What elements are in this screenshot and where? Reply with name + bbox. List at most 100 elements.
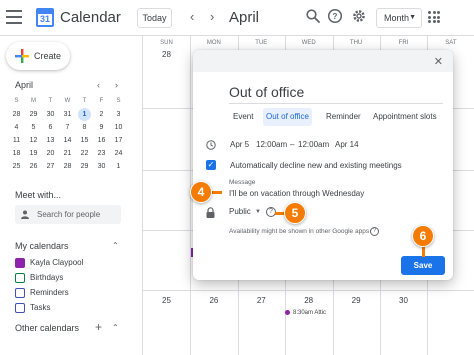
close-icon[interactable]: ✕ <box>434 55 443 68</box>
mini-day[interactable]: 3 <box>110 108 127 121</box>
mini-day[interactable]: 8 <box>76 121 93 134</box>
mini-day[interactable]: 29 <box>76 160 93 173</box>
mini-day[interactable]: 26 <box>25 160 42 173</box>
day-number[interactable]: 26 <box>190 296 237 305</box>
mini-day[interactable]: 13 <box>42 134 59 147</box>
search-icon[interactable] <box>305 8 321 24</box>
mini-prev-icon[interactable]: ‹ <box>97 80 100 90</box>
calendar-item[interactable]: Kayla Claypool <box>15 257 83 269</box>
mini-day[interactable]: 16 <box>93 134 110 147</box>
caret-down-icon: ▼ <box>409 14 416 21</box>
mini-day[interactable]: 9 <box>93 121 110 134</box>
settings-icon[interactable] <box>351 8 367 24</box>
mini-day-head: T <box>82 98 87 104</box>
view-select[interactable]: Month ▼ <box>376 8 422 28</box>
calendar-checkbox[interactable] <box>15 303 25 313</box>
message-input[interactable]: I'll be on vacation through Wednesday <box>229 189 364 198</box>
mini-day[interactable]: 25 <box>8 160 25 173</box>
tab-appointment-slots[interactable]: Appointment slots <box>370 108 440 126</box>
mini-day[interactable]: 1 <box>110 160 127 173</box>
mini-day[interactable]: 5 <box>25 121 42 134</box>
mini-day[interactable]: 29 <box>25 108 42 121</box>
calendar-item[interactable]: Tasks <box>15 302 50 314</box>
my-calendars-label[interactable]: My calendars <box>15 241 69 251</box>
mini-day[interactable]: 19 <box>25 147 42 160</box>
mini-day[interactable]: 4 <box>8 121 25 134</box>
mini-day[interactable]: 11 <box>8 134 25 147</box>
day-number[interactable]: 29 <box>333 296 380 305</box>
dialog-drag-handle[interactable] <box>193 50 453 72</box>
mini-day-head: M <box>31 98 36 104</box>
caret-down-icon[interactable]: ▼ <box>255 209 261 215</box>
tab-out-of-office[interactable]: Out of office <box>263 108 312 126</box>
mini-day[interactable]: 18 <box>8 147 25 160</box>
day-number[interactable]: 28 <box>285 296 332 305</box>
end-time[interactable]: 12:00am <box>298 140 329 149</box>
chevron-right-icon[interactable]: › <box>210 9 214 24</box>
chevron-up-icon[interactable]: ⌃ <box>112 323 119 332</box>
event-dialog: ✕ Out of office Event Out of office Remi… <box>193 50 453 280</box>
day-column-head: FRI <box>398 40 409 46</box>
event-title-input[interactable]: Out of office <box>229 82 443 104</box>
main-menu-icon[interactable] <box>6 10 22 24</box>
start-date[interactable]: Apr 5 <box>230 140 249 149</box>
mini-day[interactable]: 14 <box>59 134 76 147</box>
day-column-head: MON <box>206 40 221 46</box>
auto-decline-checkbox[interactable]: ✓ <box>206 160 216 170</box>
people-icon <box>21 210 29 219</box>
other-calendars-label[interactable]: Other calendars <box>15 323 79 333</box>
event-chip[interactable]: 8:30am Attic <box>285 310 326 316</box>
mini-day[interactable]: 1 <box>78 108 91 121</box>
mini-next-icon[interactable]: › <box>115 80 118 90</box>
mini-day[interactable]: 23 <box>93 147 110 160</box>
mini-day[interactable]: 24 <box>110 147 127 160</box>
day-column-head: SUN <box>160 40 173 46</box>
mini-day[interactable]: 28 <box>59 160 76 173</box>
mini-day[interactable]: 21 <box>59 147 76 160</box>
add-calendar-icon[interactable]: + <box>95 320 102 334</box>
calendar-item[interactable]: Reminders <box>15 287 69 299</box>
apps-icon[interactable] <box>428 11 440 23</box>
day-number[interactable]: 30 <box>380 296 427 305</box>
day-number[interactable]: 28 <box>143 50 190 59</box>
search-people-input[interactable]: Search for people <box>15 205 121 224</box>
chevron-left-icon[interactable]: ‹ <box>190 9 194 24</box>
mini-day[interactable]: 2 <box>93 108 110 121</box>
chevron-up-icon[interactable]: ⌃ <box>112 241 119 250</box>
visibility-select[interactable]: Public <box>229 207 251 216</box>
tab-event[interactable]: Event <box>230 108 256 126</box>
tab-reminder[interactable]: Reminder <box>323 108 364 126</box>
calendar-checkbox[interactable] <box>15 288 25 298</box>
help-icon[interactable]: ? <box>370 227 379 236</box>
start-time[interactable]: 12:00am <box>256 140 287 149</box>
mini-day[interactable]: 12 <box>25 134 42 147</box>
create-button[interactable]: Create <box>6 42 70 70</box>
day-number[interactable]: 25 <box>143 296 190 305</box>
end-date[interactable]: Apr 14 <box>335 140 359 149</box>
mini-day[interactable]: 30 <box>42 108 59 121</box>
calendar-checkbox[interactable] <box>15 258 25 268</box>
day-column-head: THU <box>349 40 363 46</box>
mini-day[interactable]: 31 <box>59 108 76 121</box>
mini-day[interactable]: 28 <box>8 108 25 121</box>
help-icon[interactable]: ? <box>327 8 343 24</box>
calendar-item[interactable]: Birthdays <box>15 272 63 284</box>
mini-day[interactable]: 20 <box>42 147 59 160</box>
mini-day[interactable]: 22 <box>76 147 93 160</box>
step-6-badge: 6 <box>412 225 434 247</box>
today-button[interactable]: Today <box>137 8 172 28</box>
mini-day-head: F <box>99 98 104 104</box>
mini-day[interactable]: 10 <box>110 121 127 134</box>
calendar-checkbox[interactable] <box>15 273 25 283</box>
day-number[interactable]: 27 <box>238 296 285 305</box>
mini-day[interactable]: 6 <box>42 121 59 134</box>
day-column-head: WED <box>301 40 316 46</box>
mini-day[interactable]: 7 <box>59 121 76 134</box>
meet-with-label: Meet with... <box>15 190 62 200</box>
mini-day[interactable]: 15 <box>76 134 93 147</box>
svg-text:?: ? <box>333 12 338 21</box>
mini-day[interactable]: 17 <box>110 134 127 147</box>
mini-day[interactable]: 27 <box>42 160 59 173</box>
mini-day[interactable]: 30 <box>93 160 110 173</box>
save-button[interactable]: Save <box>401 256 445 275</box>
